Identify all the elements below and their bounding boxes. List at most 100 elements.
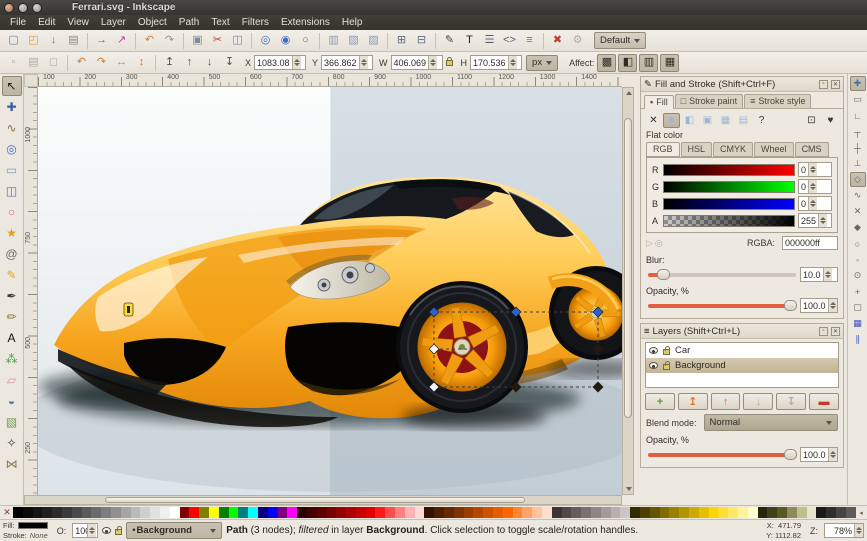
palette-swatch[interactable] [562,507,572,518]
palette-swatch[interactable] [91,507,101,518]
blur-slider[interactable] [648,273,796,277]
layer-visibility-icon[interactable] [102,527,111,534]
menu-item-text[interactable]: Text [205,16,235,29]
height-input[interactable]: 170.536 [470,55,522,70]
menu-item-layer[interactable]: Layer [95,16,132,29]
fill-stroke-dialog-icon[interactable]: ✎ [440,32,459,50]
import-icon[interactable]: → [92,32,111,50]
connector-tool[interactable]: ⋈ [2,454,22,474]
palette-swatch[interactable] [826,507,836,518]
palette-swatch[interactable] [454,507,464,518]
selector-tool[interactable]: ↖ [2,76,22,96]
lock-ratio-icon[interactable] [446,60,453,66]
y-input[interactable]: 366.862 [321,55,373,70]
channel-gradient-slider[interactable] [663,181,795,193]
panel-collapse-button[interactable]: ▫ [819,80,828,89]
channel-gradient-slider[interactable] [663,215,795,227]
lock-icon[interactable] [663,349,670,355]
layers-dialog-icon[interactable]: ☰ [480,32,499,50]
channel-input[interactable]: 0 [798,196,832,211]
fill-color-swatch[interactable] [18,522,48,529]
delete-icon[interactable]: ✖ [548,32,567,50]
palette-swatch[interactable] [748,507,758,518]
rotate-cw-icon[interactable]: ↷ [92,54,111,72]
palette-swatch[interactable] [356,507,366,518]
eraser-tool[interactable]: ▱ [2,370,22,390]
layer-add-button[interactable]: + [645,393,675,410]
snap-page-border-icon[interactable]: ▢ [850,300,866,315]
pencil-tool[interactable]: ✎ [2,265,22,285]
snap-bbox-edge-midpoints-icon[interactable]: ┼ [850,140,866,155]
fill-rule-nonzero-button[interactable]: ♥ [822,113,839,128]
paint-pattern-button[interactable]: ▦ [717,113,734,128]
palette-swatch[interactable] [718,507,728,518]
x-input[interactable]: 1083.08 [254,55,306,70]
palette-swatch[interactable] [336,507,346,518]
palette-swatch[interactable] [42,507,52,518]
transform-stroke-icon[interactable]: ▩ [597,54,616,72]
layer-delete-button[interactable]: ▬ [809,393,839,410]
group-icon[interactable]: ⊞ [392,32,411,50]
layer-lower-to-bottom-button[interactable]: ↧ [776,393,806,410]
channel-gradient-slider[interactable] [663,198,795,210]
palette-swatch[interactable] [258,507,268,518]
snap-guides-icon[interactable]: ∥ [850,332,866,347]
spinner-arrows[interactable] [808,197,817,210]
menu-item-object[interactable]: Object [132,16,173,29]
node-tool[interactable]: ✚ [2,97,22,117]
blend-mode-dropdown[interactable]: Normal [704,414,838,431]
xml-editor-icon[interactable]: <> [500,32,519,50]
palette-swatch[interactable] [13,507,23,518]
palette-swatch[interactable] [150,507,160,518]
window-maximize-button[interactable] [32,3,42,13]
snap-bounding-box-icon[interactable]: ▭ [850,92,866,107]
lock-icon[interactable] [663,364,670,370]
spinner-arrows[interactable] [508,56,517,69]
gradient-edit-icon[interactable]: ▷ [646,238,653,249]
snap-object-centers-icon[interactable]: ⊙ [850,268,866,283]
panel-close-button[interactable]: ✕ [831,80,840,89]
layer-opacity-slider[interactable] [648,453,796,457]
palette-swatch[interactable] [689,507,699,518]
palette-swatch[interactable] [816,507,826,518]
snap-rotation-centers-icon[interactable]: + [850,284,866,299]
current-layer-dropdown[interactable]: • Background [126,522,222,539]
palette-swatch[interactable] [807,507,817,518]
palette-swatch[interactable] [415,507,425,518]
palette-swatch[interactable] [317,507,327,518]
select-all-icon[interactable]: ▤ [24,54,43,72]
palette-swatch[interactable] [660,507,670,518]
palette-swatch[interactable] [434,507,444,518]
palette-swatch[interactable] [473,507,483,518]
palette-swatch[interactable] [444,507,454,518]
palette-swatch[interactable] [327,507,337,518]
snap-path-intersections-icon[interactable]: ✕ [850,204,866,219]
palette-swatch[interactable] [581,507,591,518]
spray-tool[interactable]: ⁂ [2,349,22,369]
object-opacity-input[interactable]: 100 [72,523,98,538]
rectangle-tool[interactable]: ▭ [2,160,22,180]
palette-swatch[interactable] [297,507,307,518]
channel-gradient-slider[interactable] [663,164,795,176]
layer-lower-button[interactable]: ↓ [743,393,773,410]
palette-swatch[interactable] [170,507,180,518]
bezier-tool[interactable]: ✒ [2,286,22,306]
palette-swatch[interactable] [287,507,297,518]
palette-swatch[interactable] [131,507,141,518]
snap-cusp-nodes-icon[interactable]: ◆ [850,220,866,235]
color-tab-hsl[interactable]: HSL [681,142,713,157]
canvas-drawing[interactable] [38,87,622,495]
palette-swatch[interactable] [278,507,288,518]
spinner-arrows[interactable] [818,214,827,227]
panel-close-button[interactable]: ✕ [831,327,840,336]
color-tab-wheel[interactable]: Wheel [754,142,794,157]
eye-icon[interactable] [649,362,658,369]
palette-swatch[interactable] [180,507,190,518]
palette-swatch[interactable] [160,507,170,518]
palette-swatch[interactable] [82,507,92,518]
copy-icon[interactable]: ▣ [188,32,207,50]
spinner-arrows[interactable] [808,180,817,193]
palette-swatch[interactable] [679,507,689,518]
unlink-clone-icon[interactable]: ▨ [364,32,383,50]
palette-swatch[interactable] [797,507,807,518]
